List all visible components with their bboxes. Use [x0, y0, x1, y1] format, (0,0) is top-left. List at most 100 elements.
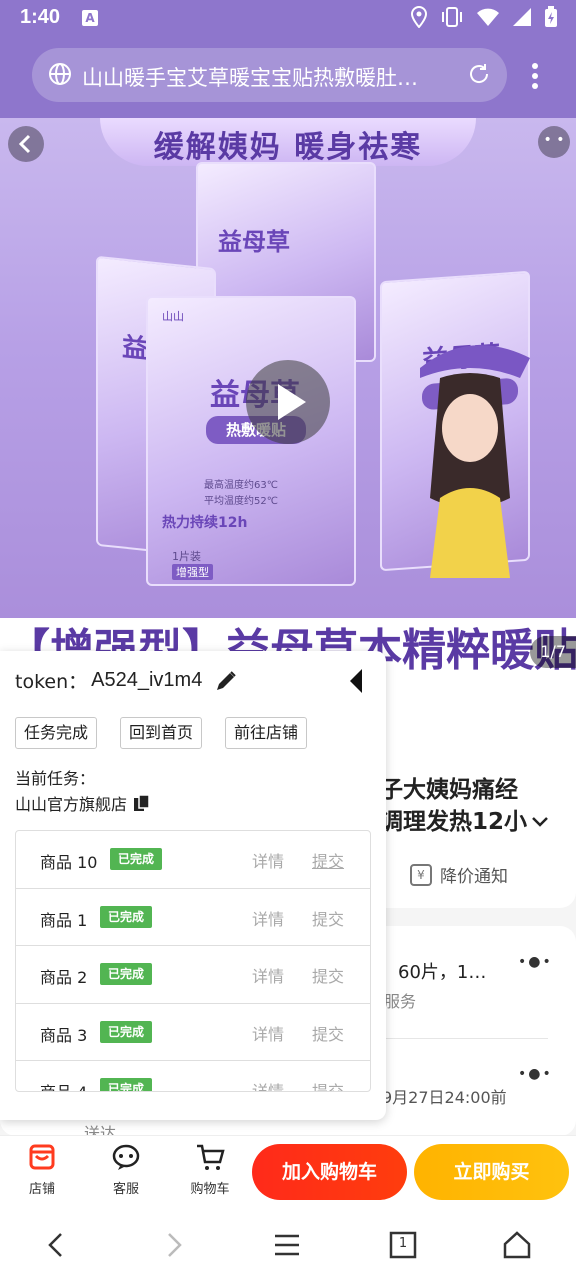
pack-title: 益母草	[218, 228, 290, 256]
product-title-line1: 子大姨妈痛经	[380, 777, 518, 803]
store-label: 店铺	[28, 1182, 55, 1197]
status-badge: 已完成	[100, 1020, 153, 1043]
task-complete-button[interactable]: 任务完成	[15, 717, 98, 749]
delivery-deadline: 9月27日24:00前	[382, 1088, 507, 1107]
task-panel: token： A524_iv1m4 任务完成 回到首页 前往店铺 当前任务： 山…	[0, 651, 386, 1120]
status-badge: 已完成	[100, 905, 153, 928]
submit-link[interactable]: 提交	[312, 963, 344, 987]
wifi-icon	[476, 7, 500, 31]
detail-link[interactable]: 详情	[252, 906, 284, 930]
task-name: 商品 3	[40, 1025, 88, 1045]
pack-type: 增强型	[172, 564, 213, 580]
status-icons	[410, 5, 558, 32]
task-row: 商品 1 已完成 详情 提交	[16, 889, 370, 946]
pack-title-partial: 益	[122, 332, 149, 366]
signal-icon	[512, 7, 532, 31]
back-icon[interactable]	[42, 1230, 72, 1260]
task-row: 商品 4 已完成 详情 提交	[16, 1061, 370, 1091]
spec-value[interactable]: 60片，1…	[398, 958, 486, 984]
price-alert-button[interactable]: ¥ 降价通知	[410, 862, 508, 887]
divider	[384, 1038, 548, 1039]
current-shop: 山山官方旗舰店	[15, 791, 151, 815]
home-icon[interactable]	[502, 1230, 532, 1260]
token-row: token： A524_iv1m4	[15, 667, 202, 694]
pack-line1: 最高温度约63℃	[204, 480, 278, 491]
edit-pencil-icon[interactable]	[214, 669, 238, 693]
play-video-button[interactable]	[246, 360, 330, 444]
location-icon	[410, 5, 428, 32]
url-bar[interactable]: 山山暖手宝艾草暖宝宝贴热敷暖肚…	[32, 48, 507, 102]
reload-icon[interactable]	[467, 62, 491, 86]
task-row: 商品 2 已完成 详情 提交	[16, 946, 370, 1004]
hero-tagline: 缓解姨妈 暖身祛寒	[153, 130, 423, 165]
customer-service-icon	[111, 1142, 141, 1172]
store-icon	[27, 1142, 57, 1172]
notification-a-icon: A	[82, 10, 98, 26]
collapse-panel-icon[interactable]	[346, 667, 366, 695]
tabs-icon[interactable]: 1	[388, 1230, 418, 1260]
status-badge: 已完成	[100, 1078, 153, 1091]
task-list[interactable]: 商品 10 已完成 详情 提交 商品 1 已完成 详情 提交 商品 2 已完成 …	[15, 830, 371, 1092]
task-row: 商品 3 已完成 详情 提交	[16, 1004, 370, 1061]
product-title-line2-text: 调理发热12小	[380, 809, 528, 835]
forward-icon[interactable]	[158, 1230, 188, 1260]
cart-tab[interactable]: 购物车	[180, 1142, 240, 1197]
service-label: 客服	[112, 1182, 139, 1197]
vibrate-icon	[440, 6, 464, 32]
more-icon[interactable]: • •	[538, 126, 570, 158]
submit-link[interactable]: 提交	[312, 848, 344, 872]
go-to-store-button[interactable]: 前往店铺	[225, 717, 308, 749]
status-badge: 已完成	[100, 963, 153, 985]
store-tab[interactable]: 店铺	[12, 1142, 72, 1197]
menu-icon[interactable]	[272, 1230, 302, 1260]
globe-icon	[48, 62, 72, 86]
bottom-action-bar: 店铺 客服 购物车 加入购物车 立即购买	[0, 1135, 576, 1210]
pack-count: 1片装	[172, 550, 201, 563]
url-text[interactable]: 山山暖手宝艾草暖宝宝贴热敷暖肚…	[82, 62, 452, 92]
detail-link[interactable]: 详情	[252, 963, 284, 987]
detail-link[interactable]: 详情	[252, 1021, 284, 1045]
copy-icon[interactable]	[133, 794, 151, 812]
add-to-cart-button[interactable]: 加入购物车	[252, 1144, 407, 1200]
battery-icon	[544, 6, 558, 32]
task-name: 商品 2	[40, 968, 88, 987]
pack-line2: 平均温度约52℃	[204, 496, 278, 507]
cart-label: 购物车	[190, 1182, 230, 1197]
delivery-more-icon[interactable]: •●•	[518, 1066, 553, 1082]
overflow-menu-icon[interactable]	[528, 60, 542, 92]
pack-duration: 热力持续12h	[162, 515, 248, 531]
browser-header: 1:40 A 山山暖手宝艾草暖宝宝贴热敷暖肚…	[0, 0, 576, 118]
image-counter: 1/7	[530, 636, 576, 668]
chevron-down-icon	[532, 817, 548, 827]
price-tag-icon: ¥	[410, 863, 432, 886]
current-shop-name: 山山官方旗舰店	[15, 795, 128, 814]
service-tab[interactable]: 客服	[96, 1142, 156, 1197]
task-name: 商品 4	[40, 1079, 87, 1091]
task-row: 商品 10 已完成 详情 提交	[16, 831, 370, 889]
status-bar: 1:40 A	[0, 0, 576, 36]
service-label: 服务	[384, 992, 417, 1011]
cart-icon	[195, 1142, 225, 1172]
submit-link[interactable]: 提交	[312, 906, 344, 930]
buy-now-button[interactable]: 立即购买	[414, 1144, 569, 1200]
task-name: 商品 1	[40, 910, 88, 930]
brand-logo: 山山	[162, 310, 184, 323]
product-title[interactable]: 子大姨妈痛经 调理发热12小	[380, 774, 570, 838]
back-arrow-icon[interactable]	[8, 126, 44, 162]
back-home-button[interactable]: 回到首页	[120, 717, 203, 749]
spec-more-icon[interactable]: •●•	[518, 954, 553, 970]
price-alert-label: 降价通知	[440, 867, 508, 887]
detail-link[interactable]: 详情	[252, 848, 284, 872]
current-task-label: 当前任务：	[15, 769, 96, 788]
submit-link[interactable]: 提交	[312, 1021, 344, 1045]
product-title-line2: 调理发热12小	[380, 806, 570, 838]
task-name: 商品 10	[40, 853, 98, 872]
submit-link[interactable]: 提交	[312, 1078, 344, 1091]
token-value: A524_iv1m4	[91, 669, 203, 691]
product-gallery[interactable]: 缓解姨妈 暖身祛寒 • • 益母草 益母草 热敷暖贴 益 山山 益母草 热敷暖贴…	[0, 118, 576, 690]
detail-link[interactable]: 详情	[252, 1078, 284, 1091]
token-label: token：	[15, 671, 88, 693]
girl-illustration	[420, 345, 530, 578]
browser-nav-bar: 1	[0, 1210, 576, 1280]
status-badge: 已完成	[110, 848, 163, 870]
